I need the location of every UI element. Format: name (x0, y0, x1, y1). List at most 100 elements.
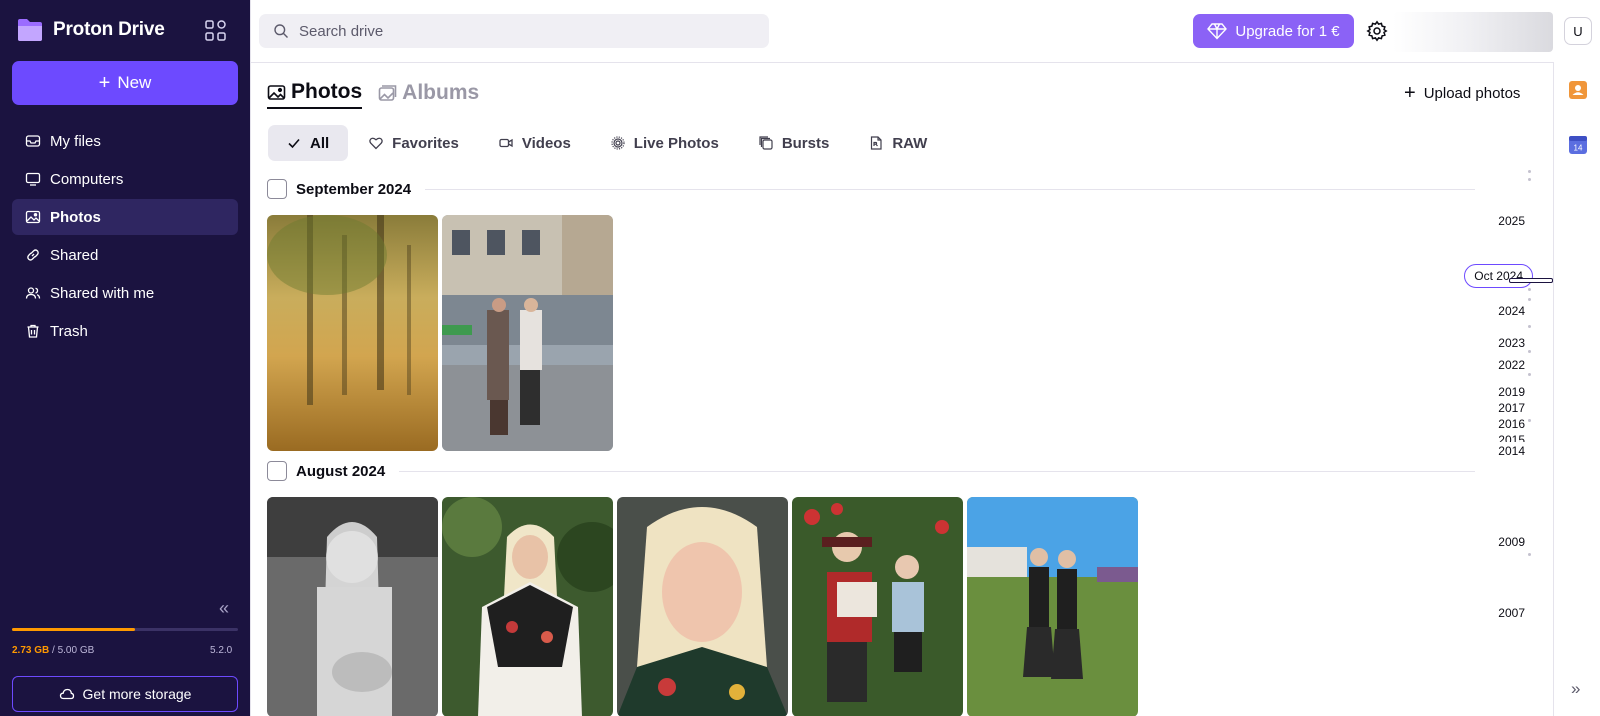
timeline-year[interactable]: 2017 (1498, 401, 1525, 415)
contacts-app-icon[interactable] (1568, 80, 1588, 100)
search-input[interactable] (299, 22, 739, 40)
account-name-blurred[interactable] (1393, 12, 1553, 52)
timeline-year[interactable]: 2023 (1498, 336, 1525, 350)
storage-total: 5.00 GB (57, 645, 95, 656)
sidebar-item-label: My files (50, 132, 101, 150)
check-icon (288, 138, 300, 149)
tab-photos[interactable]: Photos (267, 77, 363, 109)
app-version: 5.2.0 (210, 645, 233, 656)
month-section-header: August 2024 (267, 461, 1475, 481)
sidebar-nav: My files Computers Photos Shared Shared … (12, 123, 238, 351)
filter-live-photos[interactable]: Live Photos (592, 125, 738, 161)
sidebar-item-shared[interactable]: Shared (12, 237, 238, 273)
photo-image-accordion-player (792, 497, 963, 716)
tab-albums[interactable]: Albums (378, 77, 479, 109)
user-avatar[interactable]: U (1564, 17, 1592, 45)
raw-file-icon (871, 136, 882, 150)
heart-icon (369, 137, 383, 150)
timeline-handle[interactable] (1509, 278, 1553, 283)
timeline-dot (1528, 298, 1531, 301)
photo-thumbnail[interactable] (442, 215, 613, 451)
sidebar-item-label: Photos (50, 208, 101, 226)
cloud-icon (59, 688, 74, 700)
filter-favorites[interactable]: Favorites (350, 125, 478, 161)
sidebar-item-trash[interactable]: Trash (12, 313, 238, 349)
timeline-year[interactable]: 2015 (1498, 433, 1525, 442)
filter-label: All (310, 134, 330, 152)
timeline-year[interactable]: 2024 (1498, 304, 1525, 318)
timeline-dot (1528, 178, 1531, 181)
tab-albums-label: Albums (402, 81, 480, 104)
upgrade-label: Upgrade for 1 € (1235, 22, 1340, 40)
photo-grid (267, 497, 1142, 716)
photo-thumbnail[interactable] (617, 497, 788, 716)
sidebar-item-label: Trash (50, 322, 88, 340)
photo-image-forest (267, 215, 438, 451)
timeline-year[interactable]: 2007 (1498, 606, 1525, 620)
select-month-checkbox[interactable] (267, 179, 287, 199)
photo-thumbnail[interactable] (267, 215, 438, 451)
trash-icon (27, 324, 39, 338)
new-button[interactable]: + New (12, 61, 238, 105)
timeline-year[interactable]: 2025 (1498, 214, 1525, 228)
timeline-year[interactable]: 2019 (1498, 385, 1525, 399)
sidebar: Proton Drive + New My files Computers Ph… (0, 0, 250, 716)
photo-thumbnail[interactable] (792, 497, 963, 716)
sidebar-item-computers[interactable]: Computers (12, 161, 238, 197)
timeline-dot (1528, 373, 1531, 376)
filter-label: Favorites (392, 134, 459, 152)
photo-thumbnail[interactable] (267, 497, 438, 716)
photo-thumbnail[interactable] (967, 497, 1138, 716)
plus-icon: + (98, 72, 111, 94)
timeline-year[interactable]: 2009 (1498, 535, 1525, 549)
timeline-dot (1528, 553, 1531, 556)
sidebar-item-photos[interactable]: Photos (12, 199, 238, 235)
filter-all[interactable]: All (268, 125, 349, 161)
timeline-scrubber[interactable]: 2025 Oct 2024 2024 2023 2022 2019 2017 2… (1431, 63, 1553, 716)
inbox-icon (25, 135, 41, 147)
filter-raw[interactable]: RAW (850, 125, 946, 161)
select-month-checkbox[interactable] (267, 461, 287, 481)
image-icon (25, 210, 41, 224)
storage-usage: 2.73 GB / 5.00 GB (12, 645, 94, 656)
storage-separator: / (52, 645, 55, 656)
video-icon (499, 138, 513, 148)
expand-rail-icon[interactable]: » (1571, 679, 1580, 699)
photo-image-smiling-portrait (617, 497, 788, 716)
photo-grid (267, 215, 617, 451)
filter-label: Live Photos (633, 134, 719, 152)
timeline-year[interactable]: 2016 (1498, 417, 1525, 431)
divider (425, 188, 1475, 190)
storage-used: 2.73 GB (12, 645, 50, 656)
sidebar-item-my-files[interactable]: My files (12, 123, 238, 159)
new-button-label: New (117, 73, 152, 92)
calendar-app-icon[interactable]: 14 (1568, 135, 1588, 155)
album-icon (378, 84, 397, 101)
filter-bursts[interactable]: Bursts (740, 125, 849, 161)
sidebar-item-label: Shared (50, 246, 99, 264)
settings-gear-icon[interactable] (1366, 20, 1388, 42)
tab-photos-label: Photos (291, 80, 363, 103)
timeline-current-position[interactable]: Oct 2024 (1464, 264, 1533, 288)
month-title: August 2024 (296, 462, 386, 480)
collapse-sidebar-icon[interactable]: « (219, 598, 229, 619)
photo-image-festival (967, 497, 1138, 716)
upgrade-button[interactable]: Upgrade for 1 € (1193, 14, 1354, 48)
brand[interactable]: Proton Drive (16, 17, 165, 43)
timeline-year[interactable]: 2022 (1498, 358, 1525, 372)
app-switcher-icon[interactable] (205, 20, 226, 41)
burst-icon (759, 136, 773, 150)
timeline-dot (1528, 288, 1531, 291)
month-section-header: September 2024 (267, 179, 1475, 199)
timeline-dot (1528, 419, 1531, 422)
photo-thumbnail[interactable] (442, 497, 613, 716)
monitor-icon (25, 172, 41, 186)
get-more-storage-button[interactable]: Get more storage (12, 676, 238, 712)
storage-progress (12, 628, 238, 631)
search-bar[interactable] (259, 14, 769, 48)
image-icon (267, 84, 286, 100)
timeline-year[interactable]: 2014 (1498, 444, 1525, 458)
photos-main: Photos Albums + Upload photos All Favori… (250, 62, 1553, 716)
sidebar-item-shared-with-me[interactable]: Shared with me (12, 275, 238, 311)
filter-videos[interactable]: Videos (480, 125, 590, 161)
